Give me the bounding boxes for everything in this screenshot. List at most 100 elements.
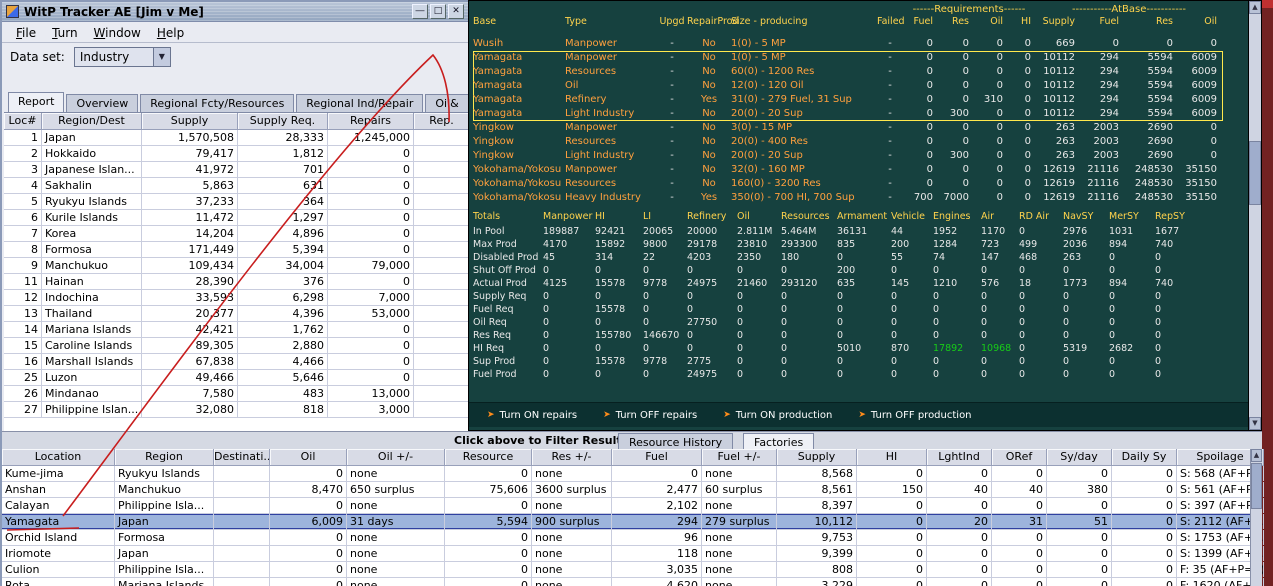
column-header-base[interactable]: Base	[473, 16, 565, 27]
column-header-daily-sy[interactable]: Daily Sy	[1112, 449, 1177, 466]
column-header-hi[interactable]: HI	[857, 449, 927, 466]
factory-row[interactable]: Yamagata Resources - No 60(0) - 1200 Res - 0 0 0…	[473, 65, 1223, 79]
column-header-size-producing[interactable]: Size - producing	[731, 16, 877, 27]
region-row[interactable]: 15 Caroline Islands 89,305 2,880 0	[4, 338, 470, 354]
column-header-rd-air[interactable]: RD Air	[1019, 211, 1063, 222]
totals-row[interactable]: Fuel Prod 0 0 0 24975 0 0 0 0 0 0 0 0 0 0	[473, 368, 1197, 381]
turn-on-repairs-button[interactable]: ➤ Turn ON repairs	[487, 410, 577, 421]
column-header-engines[interactable]: Engines	[933, 211, 981, 222]
factory-row[interactable]: Wusih Manpower - No 1(0) - 5 MP - 0 0 0 0 669 0 0 0	[473, 37, 1223, 51]
base-row[interactable]: Kume-jima Ryukyu Islands 0 none 0 none 0 none 8,…	[2, 466, 1264, 482]
region-row[interactable]: 6 Kurile Islands 11,472 1,297 0	[4, 210, 470, 226]
column-header-repairprod[interactable]: RepairProd	[687, 16, 739, 27]
factory-row[interactable]: Yingkow Manpower - No 3(0) - 15 MP - 0 0 0 0 263 20…	[473, 121, 1223, 135]
tab-oil[interactable]: Oil&	[425, 94, 468, 112]
region-row[interactable]: 7 Korea 14,204 4,896 0	[4, 226, 470, 242]
base-row[interactable]: Rota Mariana Islands 0 none 0 none 4,620 none 3,…	[2, 578, 1264, 586]
column-header-loc[interactable]: Loc#	[4, 113, 42, 130]
totals-row[interactable]: Fuel Req 0 15578 0 0 0 0 0 0 0 0 0 0 0 0	[473, 303, 1197, 316]
factory-row[interactable]: Yingkow Resources - No 20(0) - 400 Res - 0 0 0 0 2…	[473, 135, 1223, 149]
region-row[interactable]: 25 Luzon 49,466 5,646 0	[4, 370, 470, 386]
column-header-res[interactable]: Res +/-	[532, 449, 612, 466]
scrollbar-thumb[interactable]	[1249, 141, 1261, 205]
totals-row[interactable]: In Pool 189887 92421 20065 20000 2.811M 5.464M…	[473, 225, 1197, 238]
factory-row[interactable]: Yokohama/Yokosu Manpower - No 32(0) - 160 MP…	[473, 163, 1223, 177]
scroll-up-icon[interactable]: ▲	[1249, 1, 1261, 14]
tab-resource-history[interactable]: Resource History	[618, 433, 734, 450]
close-button[interactable]: ✕	[448, 4, 464, 19]
column-header-supply[interactable]: Supply	[1035, 16, 1081, 27]
column-header-armament[interactable]: Armament	[837, 211, 891, 222]
region-row[interactable]: 4 Sakhalin 5,863 631 0	[4, 178, 470, 194]
column-header-air[interactable]: Air	[981, 211, 1019, 222]
region-row[interactable]: 16 Marshall Islands 67,838 4,466 0	[4, 354, 470, 370]
column-header-lghtind[interactable]: LghtInd	[927, 449, 992, 466]
column-header-type[interactable]: Type	[565, 16, 657, 27]
region-row[interactable]: 2 Hokkaido 79,417 1,812 0	[4, 146, 470, 162]
column-header-navsy[interactable]: NavSY	[1063, 211, 1109, 222]
region-row[interactable]: 26 Mindanao 7,580 483 13,000	[4, 386, 470, 402]
minimize-button[interactable]: ―	[412, 4, 428, 19]
column-header-oref[interactable]: ORef	[992, 449, 1047, 466]
turn-off-repairs-button[interactable]: ➤ Turn OFF repairs	[603, 410, 697, 421]
factories-scrollbar[interactable]: ▲ ▼	[1248, 1, 1261, 430]
tab-regional-ind-repair[interactable]: Regional Ind/Repair	[296, 94, 424, 112]
totals-row[interactable]: Disabled Prod 45 314 22 4203 2350 180 0 55 74 147 4…	[473, 251, 1197, 264]
factory-row[interactable]: Yokohama/Yokosu Heavy Industry - Yes 350(0) …	[473, 191, 1223, 205]
totals-row[interactable]: Res Req 0 155780 146670 0 0 0 0 0 0 0 0 0 0 0	[473, 329, 1197, 342]
dataset-combobox[interactable]: Industry ▼	[73, 46, 171, 67]
region-row[interactable]: 5 Ryukyu Islands 37,233 364 0	[4, 194, 470, 210]
scrollbar-thumb[interactable]	[1251, 463, 1262, 509]
totals-row[interactable]: Oil Req 0 0 0 27750 0 0 0 0 0 0 0 0 0 0	[473, 316, 1197, 329]
factory-row[interactable]: Yamagata Light Industry - No 20(0) - 20 Sup -…	[473, 107, 1223, 121]
column-header-region[interactable]: Region	[115, 449, 214, 466]
column-header-repsy[interactable]: RepSY	[1155, 211, 1197, 222]
column-header-repairs[interactable]: Repairs	[328, 113, 414, 130]
column-header-oil[interactable]: Oil	[737, 211, 781, 222]
column-header-supply[interactable]: Supply	[142, 113, 238, 130]
factory-row[interactable]: Yamagata Manpower - No 1(0) - 5 MP - 0 0 0 0 10112…	[473, 51, 1223, 65]
totals-row[interactable]: HI Req 0 0 0 0 0 0 5010 870 17892 10968 0 5319 2682 0	[473, 342, 1197, 355]
factory-row[interactable]: Yamagata Refinery - Yes 31(0) - 279 Fuel, 31…	[473, 93, 1223, 107]
region-row[interactable]: 8 Formosa 171,449 5,394 0	[4, 242, 470, 258]
region-row[interactable]: 27 Philippine Islan... 32,080 818 3,000	[4, 402, 470, 418]
base-table-scrollbar[interactable]: ▲	[1250, 449, 1262, 586]
region-row[interactable]: 3 Japanese Islan... 41,972 701 0	[4, 162, 470, 178]
totals-row[interactable]: Sup Prod 0 15578 9778 2775 0 0 0 0 0 0 0 0 0 0	[473, 355, 1197, 368]
region-row[interactable]: 14 Mariana Islands 42,421 1,762 0	[4, 322, 470, 338]
column-header-oil[interactable]: Oil	[973, 16, 1007, 27]
column-header-hi[interactable]: HI	[1007, 16, 1035, 27]
column-header-fuel[interactable]: Fuel	[1081, 16, 1125, 27]
column-header-oil[interactable]: Oil	[1179, 16, 1223, 27]
factory-row[interactable]: Yokohama/Yokosu Resources - No 160(0) - 3200…	[473, 177, 1223, 191]
base-row[interactable]: Yamagata Japan 6,009 31 days 5,594 900 surplu…	[2, 514, 1264, 530]
column-header-location[interactable]: Location	[2, 449, 115, 466]
chevron-down-icon[interactable]: ▼	[152, 47, 170, 66]
totals-row[interactable]: Shut Off Prod 0 0 0 0 0 0 200 0 0 0 0 0 0 0	[473, 264, 1197, 277]
factory-row[interactable]: Yamagata Oil - No 12(0) - 120 Oil - 0 0 0 0 10112 2…	[473, 79, 1223, 93]
column-header-resources[interactable]: Resources	[781, 211, 837, 222]
column-header-supply[interactable]: Supply	[777, 449, 857, 466]
tab-factories[interactable]: Factories	[743, 433, 815, 450]
column-header-rep[interactable]: Rep.	[414, 113, 470, 130]
column-header-res[interactable]: Res	[937, 16, 973, 27]
column-header-res[interactable]: Res	[1125, 16, 1179, 27]
base-row[interactable]: Orchid Island Formosa 0 none 0 none 96 none 9,75…	[2, 530, 1264, 546]
factory-row[interactable]: Yingkow Light Industry - No 20(0) - 20 Sup - 0…	[473, 149, 1223, 163]
menu-help[interactable]: Help	[149, 25, 192, 41]
menu-turn[interactable]: Turn	[44, 25, 85, 41]
column-header-oil[interactable]: Oil	[270, 449, 347, 466]
column-header-manpower[interactable]: Manpower	[543, 211, 595, 222]
region-row[interactable]: 13 Thailand 20,377 4,396 53,000	[4, 306, 470, 322]
menu-window[interactable]: Window	[86, 25, 149, 41]
column-header-hi[interactable]: HI	[595, 211, 643, 222]
column-header-sy-day[interactable]: Sy/day	[1047, 449, 1112, 466]
column-header-fuel[interactable]: Fuel	[612, 449, 702, 466]
totals-row[interactable]: Max Prod 4170 15892 9800 29178 23810 293300 835…	[473, 238, 1197, 251]
tab-overview[interactable]: Overview	[66, 94, 139, 112]
column-header-vehicle[interactable]: Vehicle	[891, 211, 933, 222]
column-header-totals[interactable]: Totals	[473, 211, 543, 222]
base-row[interactable]: Iriomote Japan 0 none 0 none 118 none 9,399 0 0 0 0 0…	[2, 546, 1264, 562]
scroll-up-icon[interactable]: ▲	[1251, 449, 1262, 462]
menu-file[interactable]: File	[8, 25, 44, 41]
